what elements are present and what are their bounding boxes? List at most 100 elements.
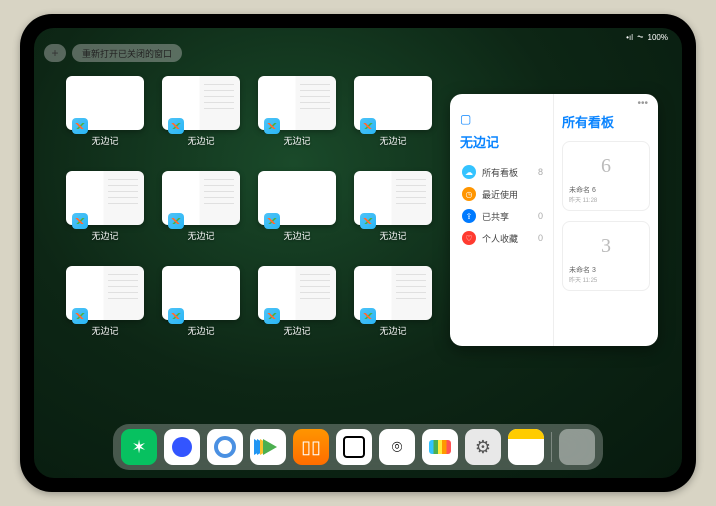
sidebar-item-icon: ⇪ — [462, 209, 476, 223]
panel-menu-icon[interactable]: ••• — [637, 98, 648, 109]
freeform-app-icon — [72, 308, 88, 324]
window-label: 无边记 — [187, 229, 214, 242]
freeform-app-icon — [264, 213, 280, 229]
window-label: 无边记 — [283, 324, 310, 337]
wechat-icon[interactable]: ✶ — [121, 429, 157, 465]
window-tile[interactable]: 无边记 — [66, 266, 144, 337]
sidebar-item[interactable]: ◷ 最近使用 — [460, 183, 545, 205]
books-icon[interactable]: ▯▯ — [293, 429, 329, 465]
board-time: 昨天 11:25 — [569, 275, 643, 284]
sidebar-item[interactable]: ☁ 所有看板 8 — [460, 161, 545, 183]
qqbrowser-icon[interactable] — [207, 429, 243, 465]
window-thumbnail — [66, 171, 144, 225]
dock-separator — [551, 432, 552, 462]
window-tile[interactable]: 无边记 — [162, 76, 240, 147]
quark-icon[interactable] — [164, 429, 200, 465]
board-time: 昨天 11:28 — [569, 195, 643, 204]
library-icon: ▢ — [460, 112, 545, 126]
sidebar-item-icon: ☁ — [462, 165, 476, 179]
window-label: 无边记 — [91, 229, 118, 242]
recent-icon[interactable] — [559, 429, 595, 465]
window-label: 无边记 — [91, 134, 118, 147]
freeform-app-icon — [360, 118, 376, 134]
window-label: 无边记 — [379, 134, 406, 147]
freeform-app-icon — [168, 118, 184, 134]
window-thumbnail — [162, 171, 240, 225]
window-thumbnail — [354, 76, 432, 130]
window-tile[interactable]: 无边记 — [66, 171, 144, 242]
freeform-icon[interactable] — [422, 429, 458, 465]
window-label: 无边记 — [187, 134, 214, 147]
top-controls: + 重新打开已关闭的窗口 — [44, 44, 182, 62]
panel-right-title: 所有看板 — [562, 112, 650, 131]
spotlight-panel: ••• ▢ 无边记 ☁所有看板8◷最近使用⇪已共享0♡个人收藏0 所有看板 6未… — [450, 94, 658, 346]
window-tile[interactable]: 无边记 — [162, 266, 240, 337]
status-bar: •ıl ⏦ 100% — [626, 32, 668, 42]
sidebar-item[interactable]: ♡ 个人收藏 0 — [460, 227, 545, 249]
play-icon[interactable] — [250, 429, 286, 465]
battery-label: 100% — [648, 33, 668, 42]
settings-icon[interactable]: ⚙ — [465, 429, 501, 465]
sidebar-item-label: 已共享 — [482, 210, 532, 223]
window-thumbnail — [66, 266, 144, 320]
window-thumbnail — [66, 76, 144, 130]
window-tile[interactable]: 无边记 — [354, 76, 432, 147]
reopen-closed-window-button[interactable]: 重新打开已关闭的窗口 — [72, 44, 182, 62]
notes-icon[interactable] — [508, 429, 544, 465]
window-thumbnail — [258, 76, 336, 130]
window-thumbnail — [354, 171, 432, 225]
sidebar-item-label: 所有看板 — [482, 166, 532, 179]
window-tile[interactable]: 无边记 — [162, 171, 240, 242]
window-label: 无边记 — [283, 134, 310, 147]
freeform-app-icon — [168, 213, 184, 229]
freeform-app-icon — [72, 118, 88, 134]
freeform-app-icon — [360, 213, 376, 229]
sidebar-item[interactable]: ⇪ 已共享 0 — [460, 205, 545, 227]
window-tile[interactable]: 无边记 — [66, 76, 144, 147]
window-tile[interactable]: 无边记 — [258, 266, 336, 337]
window-thumbnail — [354, 266, 432, 320]
board-card[interactable]: 3未命名 3昨天 11:25 — [562, 221, 650, 291]
freeform-app-icon — [72, 213, 88, 229]
window-label: 无边记 — [283, 229, 310, 242]
window-label: 无边记 — [187, 324, 214, 337]
sidebar-item-count: 0 — [538, 211, 543, 221]
window-thumbnail — [258, 171, 336, 225]
window-tile[interactable]: 无边记 — [354, 266, 432, 337]
signal-icon: •ıl — [626, 33, 633, 42]
wifi-icon: ⏦ — [637, 32, 644, 42]
board-name: 未命名 3 — [569, 265, 643, 275]
freeform-app-icon — [360, 308, 376, 324]
windows-grid: 无边记无边记无边记无边记无边记无边记无边记无边记无边记无边记无边记无边记 — [66, 76, 432, 337]
screen: •ıl ⏦ 100% + 重新打开已关闭的窗口 无边记无边记无边记无边记无边记无… — [34, 28, 682, 478]
panel-content: 所有看板 6未命名 6昨天 11:28 3未命名 3昨天 11:25 — [554, 94, 658, 346]
board-preview: 3 — [569, 228, 643, 265]
sidebar-item-label: 最近使用 — [482, 188, 537, 201]
freeform-app-icon — [264, 308, 280, 324]
window-tile[interactable]: 无边记 — [258, 171, 336, 242]
board-name: 未命名 6 — [569, 185, 643, 195]
window-tile[interactable]: 无边记 — [258, 76, 336, 147]
sidebar-item-icon: ◷ — [462, 187, 476, 201]
ipad-frame: •ıl ⏦ 100% + 重新打开已关闭的窗口 无边记无边记无边记无边记无边记无… — [20, 14, 696, 492]
window-label: 无边记 — [379, 229, 406, 242]
sidebar-item-icon: ♡ — [462, 231, 476, 245]
freeform-app-icon — [264, 118, 280, 134]
board-card[interactable]: 6未命名 6昨天 11:28 — [562, 141, 650, 211]
panel-sidebar: ▢ 无边记 ☁ 所有看板 8 ◷ 最近使用 ⇪ 已共享 0 ♡ 个人收藏 0 — [450, 94, 554, 346]
window-thumbnail — [162, 76, 240, 130]
freeform-app-icon — [168, 308, 184, 324]
window-label: 无边记 — [91, 324, 118, 337]
window-tile[interactable]: 无边记 — [354, 171, 432, 242]
panel-title: 无边记 — [460, 132, 545, 151]
new-window-button[interactable]: + — [44, 44, 66, 62]
sidebar-item-label: 个人收藏 — [482, 232, 532, 245]
dock: ✶ ▯▯ ⌾ ⚙ — [113, 424, 603, 470]
network-icon[interactable]: ⌾ — [379, 429, 415, 465]
window-label: 无边记 — [379, 324, 406, 337]
window-thumbnail — [258, 266, 336, 320]
board-preview: 6 — [569, 148, 643, 185]
obsidian-icon[interactable] — [336, 429, 372, 465]
sidebar-item-count: 0 — [538, 233, 543, 243]
sidebar-item-count: 8 — [538, 167, 543, 177]
